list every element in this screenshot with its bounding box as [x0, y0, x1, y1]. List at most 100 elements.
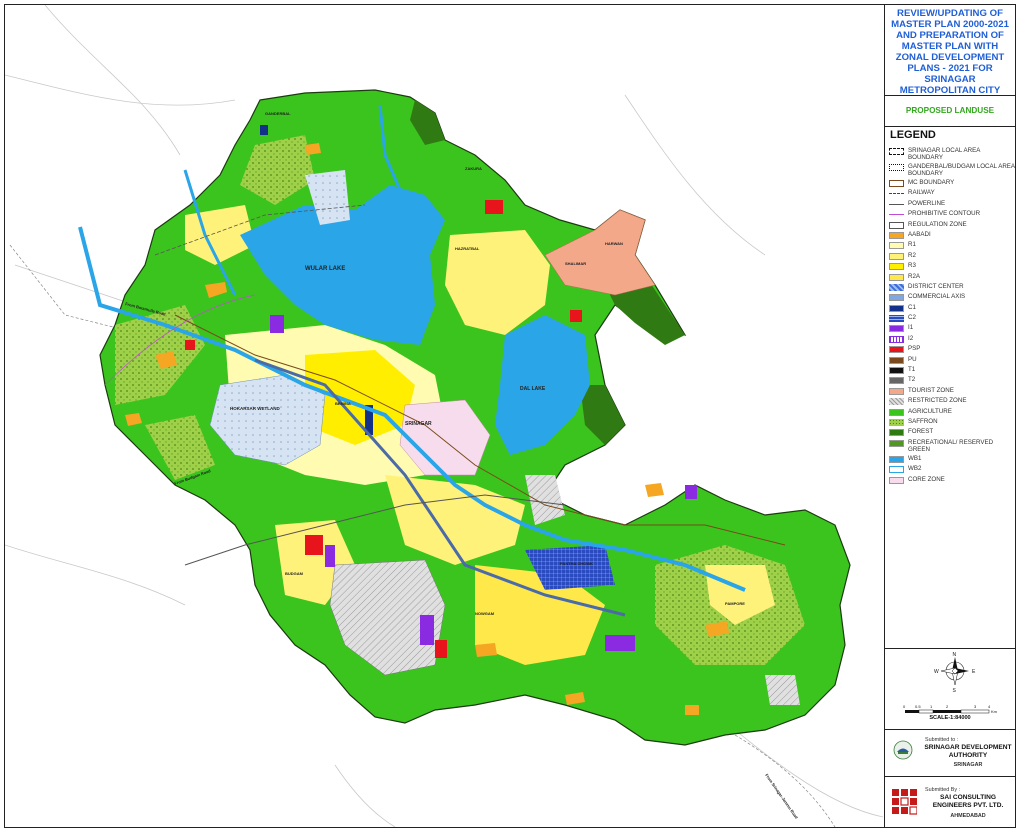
submitted-to-org-line-1: SRINAGAR DEVELOPMENT	[924, 744, 1012, 751]
legend-item: AGRICULTURE	[889, 408, 1015, 416]
legend-label: COMMERCIAL AXIS	[908, 293, 966, 301]
legend-swatch	[889, 367, 904, 375]
legend-item: R2	[889, 252, 1015, 260]
legend-label: TOURIST ZONE	[908, 386, 954, 394]
submitted-to-city: SRINAGAR	[953, 762, 983, 768]
legend-swatch	[889, 193, 904, 197]
legend-label: GANDERBAL/BUDGAM LOCAL AREA BOUNDARY	[908, 163, 1015, 177]
compass-s: S	[953, 688, 957, 694]
legend-label: R3	[908, 262, 916, 270]
title-line-5: ZONAL DEVELOPMENT	[895, 52, 1005, 63]
legend-swatch	[889, 346, 904, 354]
legend-swatch	[889, 476, 904, 484]
legend-item: RESTRICTED ZONE	[889, 397, 1015, 406]
legend-item: C1	[889, 304, 1015, 312]
scale-unit: Km	[991, 709, 998, 714]
legend-swatch	[889, 252, 904, 260]
legend-item: PSP	[889, 345, 1015, 354]
title-line-3: AND PREPARATION OF	[896, 30, 1004, 41]
project-title: REVIEW/UPDATING OF MASTER PLAN 2000-2021…	[885, 4, 1015, 96]
legend-swatch	[889, 283, 904, 291]
label-bypass-3: From Srinagar-Jammu Road	[764, 773, 799, 820]
legend-swatch	[889, 387, 904, 395]
label-city-centre: SRINAGAR	[405, 421, 432, 427]
legend-item: COMMERCIAL AXIS	[889, 293, 1015, 302]
legend-item: WB1	[889, 455, 1015, 463]
legend-swatch	[889, 180, 904, 187]
legend-swatch	[889, 455, 904, 463]
title-line-1: REVIEW/UPDATING OF	[897, 8, 1003, 19]
label-area-7: BUDGAM	[285, 571, 304, 576]
legend-item: REGULATION ZONE	[889, 221, 1015, 229]
legend-swatch	[889, 377, 904, 385]
legend-swatch	[889, 164, 904, 171]
legend-heading: LEGEND	[890, 129, 936, 141]
submitted-to-org-line-2: AUTHORITY	[948, 752, 988, 759]
legend-item: T2	[889, 376, 1015, 385]
legend-item: WB2	[889, 465, 1015, 474]
legend-label: SAFFRON	[908, 417, 938, 425]
legend-item: C2	[889, 314, 1015, 323]
label-area-5: BEMINA	[335, 401, 351, 406]
scale-tick-4: 3	[974, 704, 977, 709]
legend-label: RAILWAY	[908, 189, 935, 197]
legend-item: PROHIBITIVE CONTOUR	[889, 210, 1015, 218]
legend-label: DISTRICT CENTER	[908, 282, 964, 290]
legend-item: RECREATIONAL/ RESERVED GREEN	[889, 439, 1015, 453]
legend-item: AABADI	[889, 231, 1015, 239]
submitted-by-org-line-2: ENGINEERS PVT. LTD.	[932, 802, 1004, 809]
label-area-2: ZAKURA	[465, 166, 482, 171]
legend-label: R1	[908, 241, 916, 249]
legend-item: SAFFRON	[889, 418, 1015, 426]
legend-swatch	[889, 214, 904, 218]
legend-label: WB2	[908, 465, 922, 473]
legend-list: SRINAGAR LOCAL AREA BOUNDARY GANDERBAL/BU…	[889, 147, 1015, 486]
legend-swatch	[889, 263, 904, 271]
legend-label: WB1	[908, 454, 922, 462]
legend-item: MC BOUNDARY	[889, 179, 1015, 187]
label-wular-lake: WULAR LAKE	[305, 266, 345, 272]
scale-tick-0: 0	[903, 704, 906, 709]
legend-item: POWERLINE	[889, 200, 1015, 208]
legend-swatch	[889, 273, 904, 281]
compass-w: W	[934, 669, 939, 675]
legend-swatch	[889, 242, 904, 250]
compass-n: N	[953, 652, 957, 658]
legend-item: I1	[889, 324, 1015, 333]
legend-label: AABADI	[908, 230, 931, 238]
label-wetland: HOKARSAR WETLAND	[230, 406, 280, 411]
legend-label: SRINAGAR LOCAL AREA BOUNDARY	[908, 147, 980, 161]
legend-label: CORE ZONE	[908, 475, 945, 483]
legend-label: T1	[908, 366, 916, 374]
sda-logo-icon	[893, 740, 913, 760]
legend-swatch	[889, 418, 904, 426]
legend-item: SRINAGAR LOCAL AREA BOUNDARY	[889, 147, 1015, 161]
legend-label: R2	[908, 251, 916, 259]
legend-swatch	[889, 335, 904, 343]
label-area-4: PANTHA CHOWK	[560, 561, 593, 566]
title-line-4: MASTER PLAN WITH	[901, 41, 999, 52]
legend-swatch	[889, 429, 904, 437]
legend-label: C2	[908, 314, 916, 322]
legend-item: R3	[889, 262, 1015, 271]
legend-swatch	[889, 408, 904, 416]
district-boundary-dash-2	[734, 734, 836, 827]
legend-swatch	[889, 398, 904, 406]
legend-label: T2	[908, 376, 916, 384]
legend-swatch	[889, 439, 904, 447]
legend-swatch	[889, 304, 904, 312]
legend-item: CORE ZONE	[889, 476, 1015, 484]
land-use-map[interactable]: WULAR LAKE DAL LAKE HOKARSAR WETLAND SRI…	[5, 5, 883, 827]
title-block: REVIEW/UPDATING OF MASTER PLAN 2000-2021…	[884, 4, 1016, 828]
title-line-6: PLANS - 2021 FOR	[907, 63, 993, 74]
legend-swatch	[889, 325, 904, 333]
label-dal-lake: DAL LAKE	[520, 386, 546, 392]
scale-tick-3: 2	[946, 704, 949, 709]
legend-label: RECREATIONAL/ RESERVED GREEN	[908, 438, 994, 453]
legend-swatch	[889, 221, 904, 229]
legend-label: REGULATION ZONE	[908, 220, 967, 228]
scale-tick-2: 1	[930, 704, 933, 709]
compass-e: E	[972, 669, 976, 675]
legend-item: R2A	[889, 273, 1015, 281]
legend-item: RAILWAY	[889, 189, 1015, 197]
